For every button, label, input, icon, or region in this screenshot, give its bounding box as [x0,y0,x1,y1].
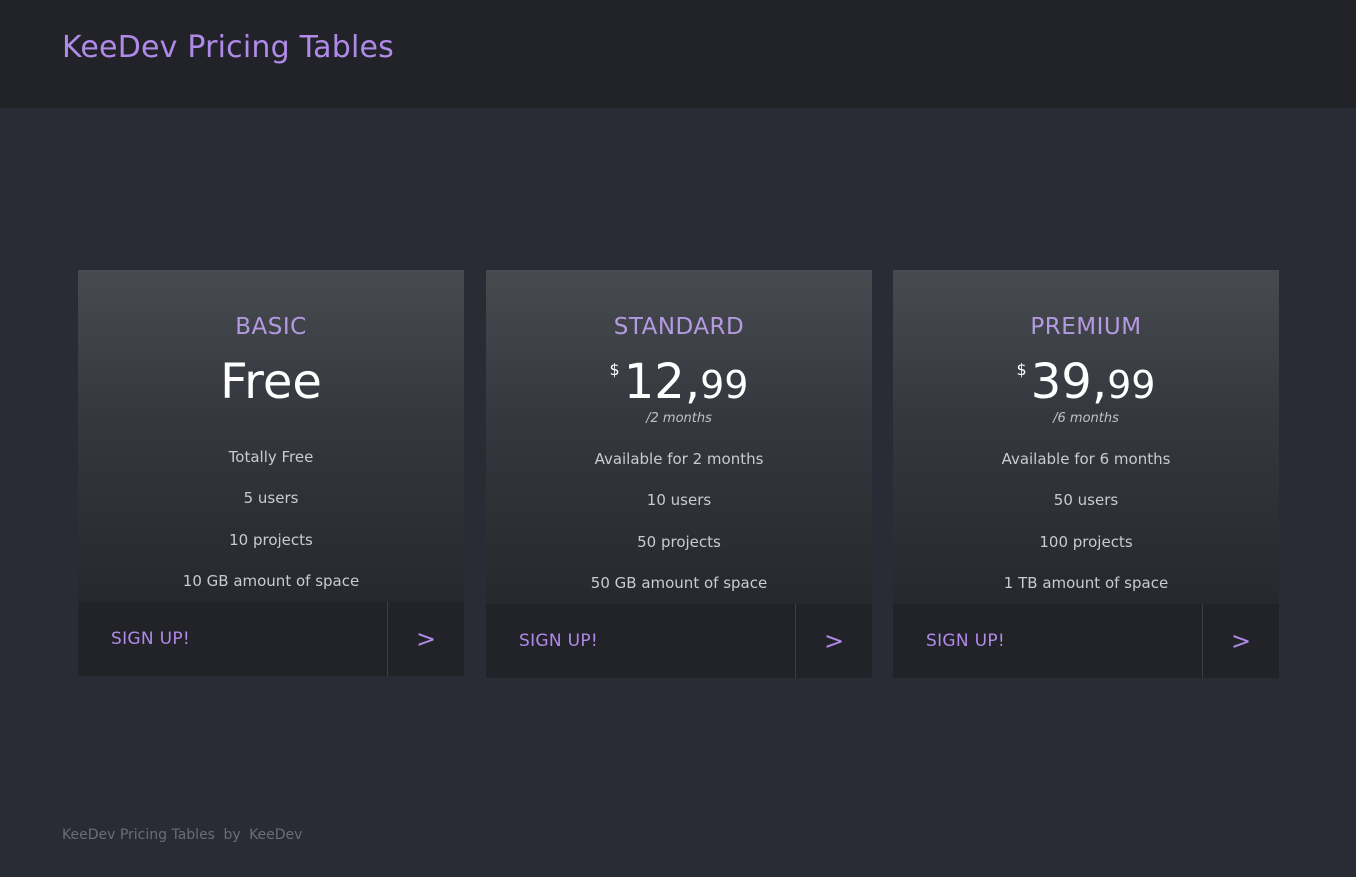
arrow-right-icon[interactable]: > [387,602,464,676]
price-decimal: 99 [700,363,749,407]
pricing-card-premium: PREMIUM $39,99 /6 months Available for 6… [893,270,1279,678]
footer-by: by [223,827,241,843]
plan-feature: Available for 6 months [1001,450,1171,468]
sign-up-button[interactable]: SIGN UP! [486,604,795,678]
plan-name: STANDARD [613,314,745,340]
sign-up-button[interactable]: SIGN UP! [78,602,387,676]
plan-feature: 50 GB amount of space [590,574,768,592]
price-integer: 39, [1030,354,1108,410]
sign-up-button[interactable]: SIGN UP! [893,604,1202,678]
card-footer: SIGN UP! > [78,602,464,676]
plan-period: /6 months [1053,411,1119,426]
plan-feature: 10 projects [229,531,313,549]
plan-price: $12,99 [486,354,872,410]
currency-symbol: $ [1016,360,1027,379]
arrow-right-icon[interactable]: > [795,604,872,678]
plan-feature: 100 projects [1039,533,1133,551]
plan-price: $39,99 [893,354,1279,410]
plan-feature: Totally Free [228,448,314,466]
page-footer: KeeDev Pricing Tables by KeeDev [62,827,306,843]
plan-period: /2 months [646,411,712,426]
plan-feature: Available for 2 months [594,450,764,468]
plan-feature: 50 projects [637,533,721,551]
price-decimal: 99 [1107,363,1156,407]
plan-feature: 5 users [243,489,299,507]
plan-name: BASIC [235,314,307,340]
plan-feature: 10 GB amount of space [182,572,360,590]
footer-author-link[interactable]: KeeDev [249,827,302,843]
arrow-right-icon[interactable]: > [1202,604,1279,678]
plan-feature: 10 users [646,491,712,509]
plan-name: PREMIUM [1030,314,1142,340]
page-title: KeeDev Pricing Tables [62,30,395,65]
plan-feature: 50 users [1053,491,1119,509]
plan-feature: 1 TB amount of space [1003,574,1169,592]
footer-app-name: KeeDev Pricing Tables [62,827,215,843]
card-footer: SIGN UP! > [486,604,872,678]
plan-price: Free [220,354,322,410]
price-integer: 12, [623,354,701,410]
pricing-card-basic: BASIC Free Totally Free 5 users 10 proje… [78,270,464,676]
page-header: KeeDev Pricing Tables [0,0,1356,108]
card-footer: SIGN UP! > [893,604,1279,678]
currency-symbol: $ [609,360,620,379]
pricing-card-standard: STANDARD $12,99 /2 months Available for … [486,270,872,678]
